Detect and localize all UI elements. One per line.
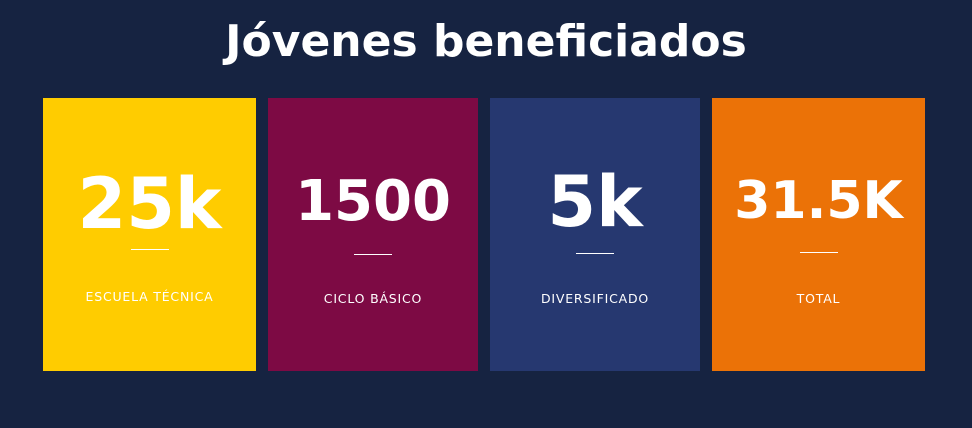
stat-number: 25k <box>77 163 222 245</box>
stat-card-ciclo-basico: 1500 CICLO BÁSICO <box>268 98 478 371</box>
divider <box>799 252 838 253</box>
divider <box>354 254 392 255</box>
divider <box>576 253 614 254</box>
stat-label: ESCUELA TÉCNICA <box>85 289 214 304</box>
stat-label: CICLO BÁSICO <box>323 291 423 306</box>
stat-number: 5k <box>547 161 643 243</box>
stat-card-escuela-tecnica: 25k ESCUELA TÉCNICA <box>43 98 256 371</box>
stat-card-diversificado: 5k DIVERSIFICADO <box>490 98 700 371</box>
stat-label: DIVERSIFICADO <box>540 291 650 306</box>
stat-number: 31.5K <box>734 171 903 231</box>
page-title: Jóvenes beneficiados <box>225 16 747 67</box>
stat-card-total: 31.5K TOTAL <box>712 98 925 371</box>
stat-label: TOTAL <box>796 291 841 306</box>
stats-cards: 25k ESCUELA TÉCNICA 1500 CICLO BÁSICO 5k… <box>0 98 972 371</box>
stat-number: 1500 <box>295 169 451 234</box>
divider <box>130 249 169 250</box>
